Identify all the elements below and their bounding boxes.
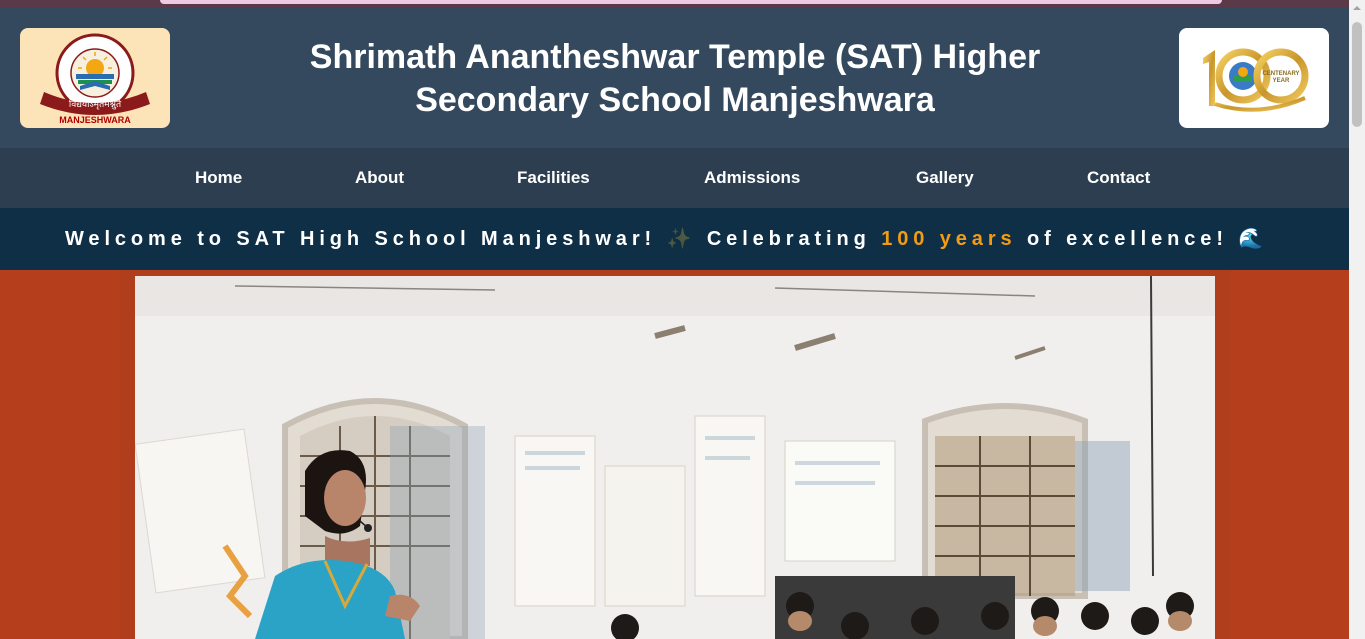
nav-admissions[interactable]: Admissions bbox=[704, 148, 800, 208]
logo-motto: विद्ययाऽमृतमश्नुते bbox=[69, 98, 122, 110]
nav-contact[interactable]: Contact bbox=[1087, 148, 1150, 208]
scrollbar-thumb[interactable] bbox=[1352, 22, 1362, 127]
nav-gallery[interactable]: Gallery bbox=[916, 148, 974, 208]
centenary-caption-2: YEAR bbox=[1273, 78, 1290, 84]
nav-about[interactable]: About bbox=[355, 148, 404, 208]
classroom-photo-illustration bbox=[135, 276, 1215, 639]
school-logo[interactable]: विद्ययाऽमृतमश्नुते MANJESHWARA bbox=[20, 28, 170, 128]
centenary-100-icon: CENTENARY YEAR bbox=[1203, 48, 1309, 112]
browser-top-strip bbox=[0, 0, 1349, 8]
nav-facilities[interactable]: Facilities bbox=[517, 148, 590, 208]
ticker-excellence-text: of excellence! bbox=[1027, 228, 1228, 250]
main-navigation: Home About Facilities Admissions Gallery… bbox=[0, 148, 1349, 208]
scroll-up-arrow-icon[interactable] bbox=[1349, 0, 1365, 16]
sparkle-icon: ✨ bbox=[666, 228, 697, 250]
welcome-ticker: Welcome to SAT High School Manjeshwar! ✨… bbox=[0, 208, 1349, 270]
ticker-celebrating-text: Celebrating bbox=[706, 228, 871, 250]
centenary-logo[interactable]: CENTENARY YEAR bbox=[1179, 28, 1329, 128]
page-scrollbar[interactable] bbox=[1349, 0, 1365, 639]
logo-place: MANJESHWARA bbox=[59, 115, 131, 125]
top-strip-pill bbox=[160, 0, 1222, 4]
nav-home[interactable]: Home bbox=[195, 148, 242, 208]
hero-classroom-image bbox=[135, 276, 1215, 639]
school-emblem-icon: विद्ययाऽमृतमश्नुते MANJESHWARA bbox=[40, 33, 150, 125]
centenary-caption-1: CENTENARY bbox=[1262, 71, 1299, 77]
wave-icon: 🌊 bbox=[1238, 228, 1269, 250]
page-title: Shrimath Anantheshwar Temple (SAT) Highe… bbox=[309, 38, 1041, 119]
ticker-welcome-text: Welcome to SAT High School Manjeshwar! bbox=[65, 228, 657, 250]
ticker-highlight: 100 years bbox=[881, 228, 1017, 250]
site-header: विद्ययाऽमृतमश्नुते MANJESHWARA Shrimath … bbox=[0, 8, 1349, 148]
